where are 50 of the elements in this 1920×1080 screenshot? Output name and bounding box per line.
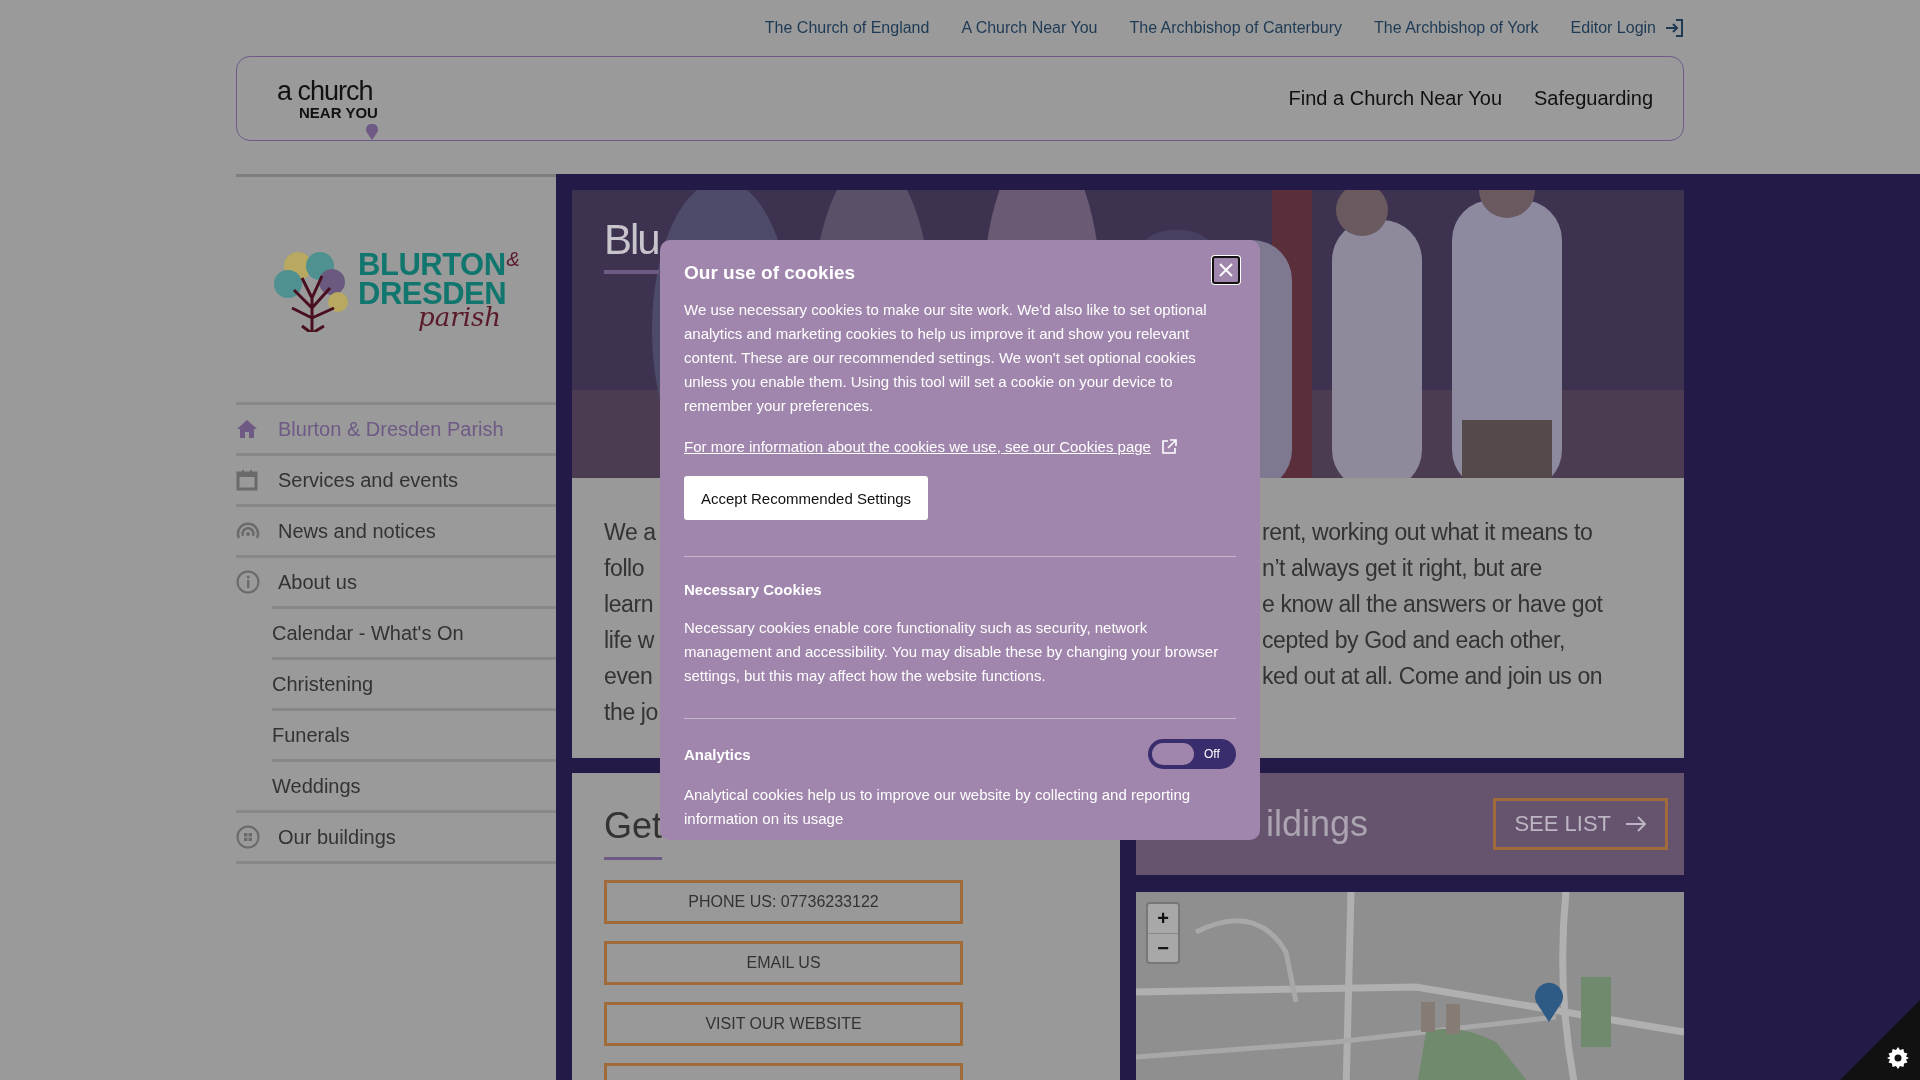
zoom-in-button[interactable]: + (1148, 904, 1178, 933)
dialog-title: Our use of cookies (684, 262, 857, 284)
nav-link[interactable]: Safeguarding (1534, 87, 1653, 110)
paragraph-text: cepted by God and each other, (1262, 626, 1565, 655)
site-link[interactable]: The Archbishop of Canterbury (1129, 19, 1343, 37)
paragraph-text: follo (604, 554, 645, 583)
site-link[interactable]: The Archbishop of York (1374, 19, 1539, 37)
site-link[interactable]: The Church of England (764, 19, 930, 37)
paragraph-text: the jo (604, 698, 658, 727)
close-icon (1219, 263, 1233, 277)
logo-text: & (506, 249, 520, 269)
cookies-page-link[interactable]: For more information about the cookies we use, see our Cookies page (684, 438, 1177, 455)
login-link[interactable]: Editor Login (1570, 18, 1684, 38)
arrow-icon (1625, 816, 1647, 832)
section-text: Analytical cookies help us to improve our website by collecting and reporting information on its usage (684, 785, 1192, 829)
calendar-icon (236, 469, 258, 491)
section-text: Necessary cookies enable core functionality such as security, network management and accessibility. You may disable these by changing your browser settings, but this may affect how the website functions. (684, 618, 1220, 686)
dialog-text: We use necessary cookies to make our site work. We'd also like to set optional analytics and marketing cookies to help us improve it and show you relevant content. These are our recommended settings. We won't set optional cookies unless you enable them. Using this tool will set a cookie on your device to remember your preferences. (684, 300, 1208, 416)
section-title: Analytics (684, 745, 751, 763)
home-icon (236, 419, 258, 439)
paragraph-text: rent, working out what it means to (1262, 518, 1593, 547)
logo-text: NEAR YOU (299, 104, 379, 120)
paragraph-text: We a (604, 518, 656, 547)
contact-button[interactable]: VISIT OUR WEBSITE (604, 1002, 963, 1046)
contact-button[interactable]: EMAIL US (604, 941, 963, 985)
paragraph-text: e know all the answers or have got (1262, 590, 1603, 619)
paragraph-text: learn (604, 590, 654, 619)
site-link[interactable]: A Church Near You (961, 19, 1098, 37)
contact-button[interactable]: PHONE US: 07736233122 (604, 880, 963, 924)
logo-text: parish (418, 304, 502, 330)
external-link-icon (1160, 438, 1177, 455)
paragraph-text: n’t always get it right, but are (1262, 554, 1542, 583)
accept-button[interactable]: Accept Recommended Settings (684, 476, 929, 520)
gear-icon (1886, 1046, 1910, 1070)
section-title: Necessary Cookies (684, 581, 823, 598)
logo-text: BLURTON (358, 249, 506, 280)
zoom-out-button[interactable]: − (1148, 933, 1178, 962)
toggle-switch[interactable]: Off (1148, 739, 1236, 769)
see-list-button[interactable]: SEE LIST (1493, 798, 1668, 850)
paragraph-text: ked out at all. Come and join us on (1262, 662, 1603, 691)
nav-link[interactable]: Find a Church Near You (1288, 87, 1502, 110)
section-heading: ildings (1266, 803, 1369, 845)
logo-text: a church (277, 77, 374, 105)
broadcast-icon (236, 521, 260, 541)
close-button[interactable] (1212, 256, 1240, 284)
building-icon (236, 825, 260, 849)
paragraph-text: even (604, 662, 653, 691)
info-icon (236, 570, 260, 594)
login-icon (1664, 18, 1684, 38)
paragraph-text: life w (604, 626, 654, 655)
